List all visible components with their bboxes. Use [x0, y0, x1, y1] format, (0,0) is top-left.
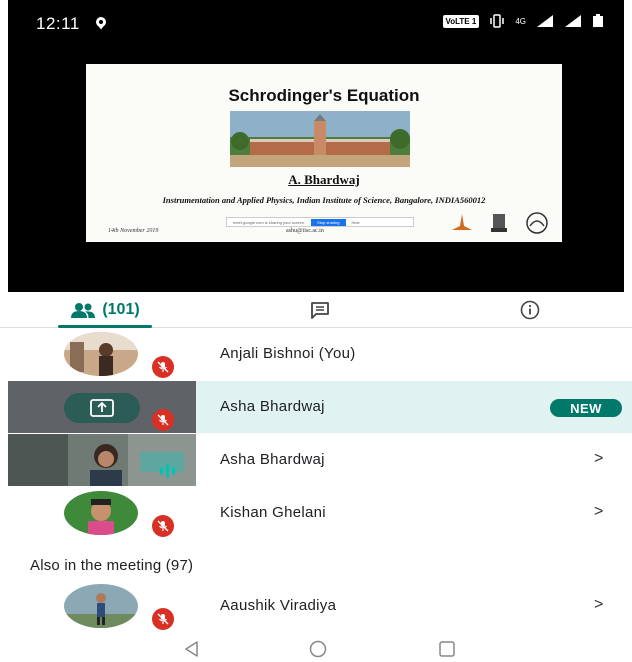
participant-thumbnail	[8, 487, 196, 539]
institute-logo-1-icon	[452, 214, 472, 230]
participant-name: Aaushik Viradiya	[220, 597, 337, 614]
status-time: 12:11	[36, 14, 80, 33]
battery-icon	[593, 14, 603, 27]
participant-video	[8, 434, 196, 486]
participant-row[interactable]: Asha Bhardwaj >	[8, 434, 632, 486]
participant-thumbnail	[8, 580, 196, 632]
chevron-right-icon[interactable]: >	[594, 450, 603, 468]
people-icon	[71, 303, 96, 318]
muted-mic-icon	[152, 409, 174, 431]
stop-sharing-button: Stop sharing	[311, 218, 346, 226]
new-badge: NEW	[550, 399, 622, 417]
meeting-tabs: (101)	[0, 292, 632, 328]
slide-author: A. Bhardwaj	[288, 172, 360, 187]
slide-date: 14th November 2019	[108, 228, 159, 234]
hide-button: Hide	[351, 219, 360, 225]
back-icon[interactable]	[183, 640, 201, 658]
network-type: 4G	[515, 16, 526, 26]
participant-row[interactable]: Anjali Bishnoi (You)	[8, 328, 632, 380]
slide-email: ashu@iisc.ac.in	[286, 228, 324, 234]
home-icon[interactable]	[308, 640, 328, 658]
participant-row-presenting[interactable]: Asha Bhardwaj NEW	[8, 381, 632, 433]
tab-chat[interactable]	[300, 292, 340, 328]
muted-mic-icon	[152, 608, 174, 630]
presenting-indicator	[64, 393, 140, 423]
shared-slide: Schrodinger's Equation A. Bhardwaj Instr…	[86, 64, 562, 242]
info-icon	[520, 300, 540, 320]
participant-thumbnail	[8, 328, 196, 380]
chevron-right-icon[interactable]: >	[594, 596, 603, 614]
iisc-logo-icon	[526, 212, 548, 234]
vibrate-icon	[490, 14, 505, 28]
participant-name: Asha Bhardwaj	[220, 398, 325, 415]
muted-mic-icon	[152, 356, 174, 378]
status-bar: 12:11 VoLTE 1 4G	[8, 0, 624, 48]
presentation-area: 12:11 VoLTE 1 4G Schrodinger's Equation …	[8, 0, 624, 292]
avatar	[64, 584, 138, 628]
screen-share-bar: meet.google.com is sharing your screen. …	[226, 217, 414, 227]
avatar	[64, 332, 138, 376]
location-icon	[96, 17, 106, 30]
recents-icon[interactable]	[438, 640, 456, 658]
present-screen-icon	[90, 399, 114, 417]
status-icons: VoLTE 1 4G	[442, 14, 605, 28]
slide-logos	[450, 212, 550, 234]
participant-row[interactable]: Aaushik Viradiya >	[8, 580, 632, 632]
participant-name: Asha Bhardwaj	[220, 451, 325, 468]
speaking-indicator	[160, 464, 175, 478]
signal-icon-2	[565, 15, 581, 27]
signal-icon	[537, 15, 553, 27]
also-in-meeting-header: Also in the meeting (97)	[30, 557, 194, 574]
participant-row[interactable]: Kishan Ghelani >	[8, 487, 632, 539]
avatar	[64, 491, 138, 535]
android-nav-bar	[0, 636, 632, 662]
people-count: (101)	[102, 301, 140, 318]
tab-people[interactable]: (101)	[52, 292, 158, 328]
campus-building-image	[230, 111, 410, 167]
emblem-icon	[491, 214, 507, 232]
tab-info[interactable]	[510, 292, 550, 328]
participant-thumbnail	[8, 434, 196, 486]
participant-thumbnail	[8, 381, 196, 433]
slide-institution: Instrumentation and Applied Physics, Ind…	[162, 195, 486, 205]
volte-badge: VoLTE 1	[442, 14, 480, 28]
chevron-right-icon[interactable]: >	[594, 503, 603, 521]
muted-mic-icon	[152, 515, 174, 537]
slide-title: Schrodinger's Equation	[228, 86, 420, 105]
share-bar-text: meet.google.com is sharing your screen.	[233, 219, 306, 225]
participant-name: Kishan Ghelani	[220, 504, 326, 521]
chat-icon	[311, 302, 329, 319]
participant-name: Anjali Bishnoi (You)	[220, 345, 356, 362]
